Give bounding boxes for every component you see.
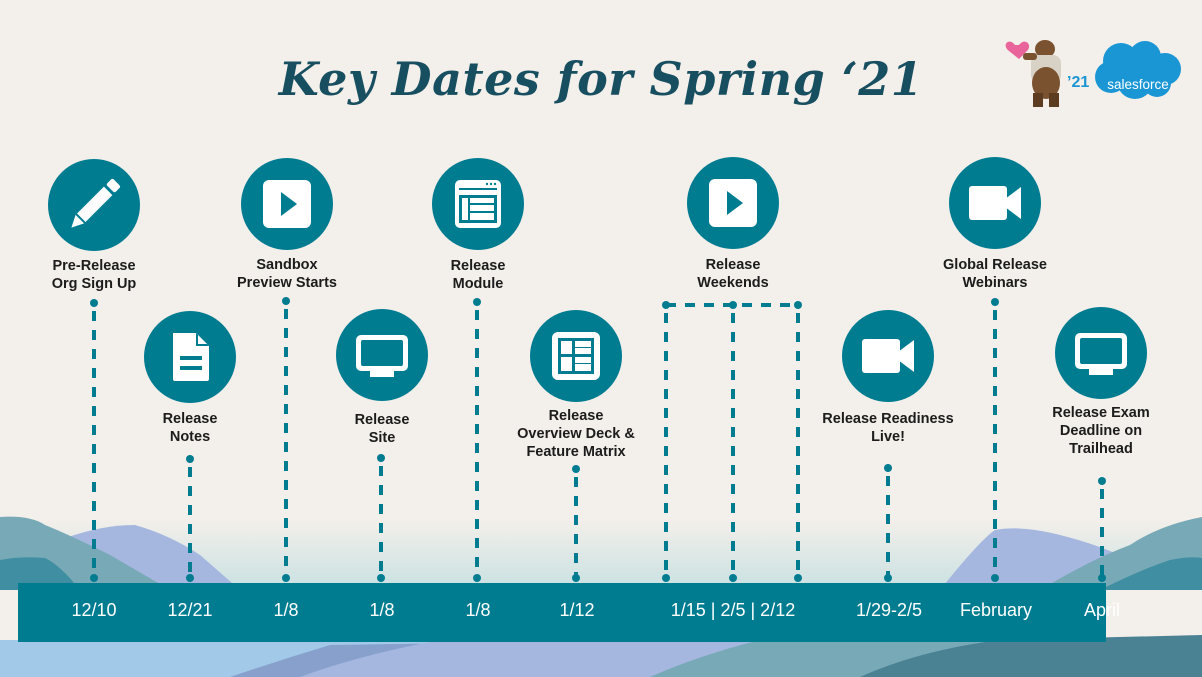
video-camera-icon <box>862 339 914 373</box>
connector-dot <box>186 455 194 463</box>
play-icon <box>263 180 311 228</box>
connector-dot <box>473 298 481 306</box>
date-label: 1/15 | 2/5 | 2/12 <box>670 600 796 620</box>
connector-dot <box>90 574 98 582</box>
date-label: April <box>1083 600 1120 620</box>
connector-dot <box>991 574 999 582</box>
milestone-icon-circle[interactable] <box>48 159 140 251</box>
connector-dot <box>1098 574 1106 582</box>
connector-dot <box>662 301 670 309</box>
milestone-icon-circle[interactable] <box>530 310 622 402</box>
connector-dot <box>662 574 670 582</box>
connector-dot <box>186 574 194 582</box>
milestone-icon-circle[interactable] <box>687 157 779 249</box>
milestone-icon-circle[interactable] <box>241 158 333 250</box>
milestone-icon-circle[interactable] <box>1055 307 1147 399</box>
milestone-icon-circle[interactable] <box>144 311 236 403</box>
monitor-icon <box>356 335 408 377</box>
milestone-icon-circle[interactable] <box>432 158 524 250</box>
play-icon <box>709 179 757 227</box>
connector-dot <box>572 574 580 582</box>
connector-dot <box>377 574 385 582</box>
video-camera-icon <box>969 186 1021 220</box>
monitor-icon <box>1075 333 1127 375</box>
milestone-label: Release Overview Deck & Feature Matrix <box>517 408 635 460</box>
connector-dot <box>991 298 999 306</box>
pencil-icon <box>71 178 121 228</box>
milestone-label: Release Weekends <box>697 257 769 291</box>
connector-dot <box>794 301 802 309</box>
date-label: 1/12 <box>559 600 595 620</box>
milestone-label: Pre-Release Org Sign Up <box>51 258 137 292</box>
connector-dot <box>884 574 892 582</box>
milestone-label: Release Readiness Live! <box>822 411 954 445</box>
connector-dot <box>90 299 98 307</box>
connector-dot <box>884 464 892 472</box>
milestone-icon-circle[interactable] <box>336 309 428 401</box>
milestone-label: Global Release Webinars <box>943 257 1047 291</box>
milestone-icon-circle[interactable] <box>842 310 934 402</box>
connector-dot <box>282 574 290 582</box>
connector-dot <box>572 465 580 473</box>
connector-dot <box>1098 477 1106 485</box>
table-icon <box>552 332 600 380</box>
milestone-label: Release Notes <box>162 411 218 445</box>
browser-window-icon <box>455 180 501 228</box>
connector-dot <box>729 301 737 309</box>
milestone-label: Release Exam Deadline on Trailhead <box>1052 405 1150 457</box>
connector-dot <box>473 574 481 582</box>
connector-dot <box>377 454 385 462</box>
document-icon <box>173 333 209 381</box>
connector-dot <box>729 574 737 582</box>
milestone-icon-circle[interactable] <box>949 157 1041 249</box>
milestone-label: Release Module <box>450 258 506 292</box>
milestone-label: Sandbox Preview Starts <box>237 257 337 291</box>
connector-dot <box>794 574 802 582</box>
milestone-label: Release Site <box>354 412 410 446</box>
timeline-infographic: Key Dates for Spring ‘21 ’21 salesforce <box>0 0 1202 677</box>
connector-dot <box>282 297 290 305</box>
